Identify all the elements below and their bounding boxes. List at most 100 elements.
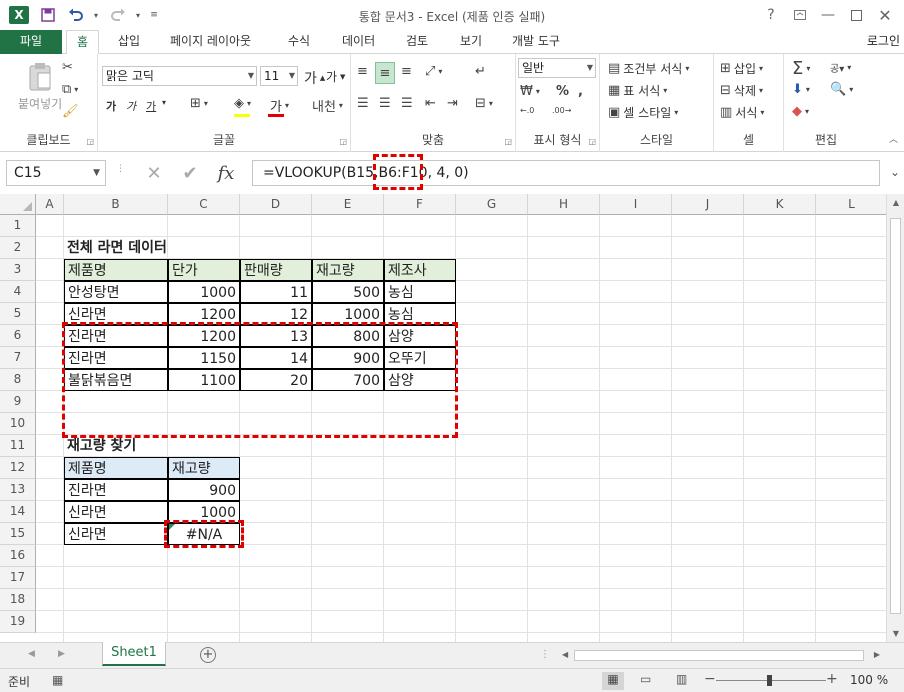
increase-decimal-button[interactable]: ←.0 (520, 106, 534, 115)
conditional-format-button[interactable]: ▤ 조건부 서식 ▾ (608, 60, 689, 77)
table1-header-cell[interactable]: 판매량 (240, 259, 312, 281)
format-painter-button[interactable]: 🖌 (62, 104, 79, 119)
table2-header-cell[interactable]: 재고량 (168, 457, 240, 479)
row-header-4[interactable]: 4 (0, 281, 36, 303)
row-header-10[interactable]: 10 (0, 413, 36, 435)
dialog-launcher-icon[interactable]: ◲ (588, 137, 596, 146)
spreadsheet-grid[interactable]: A B C D E F G H I J K L 1 2 3 4 5 6 7 8 9 10 11 12 13 14 15 16 17 18 1… (0, 194, 904, 642)
table1-cell[interactable]: 1000 (168, 281, 240, 303)
table1-header-cell[interactable]: 단가 (168, 259, 240, 281)
table1-cell[interactable]: 500 (312, 281, 384, 303)
increase-indent-button[interactable]: ⇥ (447, 96, 458, 111)
row-header-5[interactable]: 5 (0, 303, 36, 325)
row-header-1[interactable]: 1 (0, 215, 36, 237)
cancel-formula-icon[interactable]: ✕ (140, 160, 168, 186)
vertical-scrollbar[interactable]: ▲ ▼ (886, 194, 904, 642)
page-break-view-icon[interactable]: ▥ (676, 672, 687, 686)
add-sheet-icon[interactable]: + (200, 647, 216, 663)
column-header-i[interactable]: I (600, 194, 672, 215)
scroll-up-icon[interactable]: ▲ (887, 198, 904, 207)
orientation-button[interactable]: ⤢ ▾ (425, 64, 442, 79)
column-header-h[interactable]: H (528, 194, 600, 215)
column-header-c[interactable]: C (168, 194, 240, 215)
bold-button[interactable]: 가 (106, 98, 116, 114)
row-header-15[interactable]: 15 (0, 523, 36, 545)
collapse-ribbon-icon[interactable]: ︿ (889, 132, 898, 145)
format-as-table-button[interactable]: ▦ 표 서식 ▾ (608, 82, 667, 99)
fill-button[interactable]: ⬇ ▾ (792, 82, 810, 97)
autosum-button[interactable]: Σ ▾ (792, 58, 810, 79)
vertical-scroll-thumb[interactable] (890, 218, 901, 614)
decrease-decimal-button[interactable]: .00→ (552, 106, 571, 115)
underline-button[interactable]: 가 (146, 98, 156, 114)
table1-cell[interactable]: 농심 (384, 281, 456, 303)
table1-cell[interactable]: 안성탕면 (64, 281, 168, 303)
dialog-launcher-icon[interactable]: ◲ (86, 137, 94, 146)
table1-header-cell[interactable]: 제품명 (64, 259, 168, 281)
table1-title[interactable]: 전체 라면 데이터 (64, 237, 264, 259)
row-header-6[interactable]: 6 (0, 325, 36, 347)
column-header-e[interactable]: E (312, 194, 384, 215)
table2-cell[interactable]: 신라면 (64, 523, 168, 545)
help-button[interactable]: ? (758, 4, 784, 26)
column-header-k[interactable]: K (744, 194, 816, 215)
row-header-14[interactable]: 14 (0, 501, 36, 523)
minimize-icon[interactable]: — (815, 4, 841, 26)
close-icon[interactable]: ✕ (872, 4, 898, 26)
normal-view-icon[interactable]: ▦ (602, 672, 624, 690)
border-button[interactable]: ⊞ ▾ (190, 96, 208, 111)
insert-function-button[interactable]: fx (212, 160, 240, 186)
table2-cell[interactable]: 900 (168, 479, 240, 501)
column-header-g[interactable]: G (456, 194, 528, 215)
phonetic-button[interactable]: 내천 ▾ (312, 96, 343, 115)
decrease-font-button[interactable]: 가 ▼ (326, 68, 345, 85)
italic-button[interactable]: 가 (126, 98, 136, 114)
login-link[interactable]: 로그인 (867, 30, 900, 52)
scroll-right-icon[interactable]: ▶ (874, 650, 880, 659)
horizontal-scroll-thumb[interactable] (574, 650, 864, 661)
tab-home[interactable]: 홈 (66, 30, 100, 55)
table2-title[interactable]: 재고량 찾기 (64, 435, 224, 457)
row-header-8[interactable]: 8 (0, 369, 36, 391)
column-header-l[interactable]: L (816, 194, 888, 215)
column-header-j[interactable]: J (672, 194, 744, 215)
cell-styles-button[interactable]: ▣ 셀 스타일 ▾ (608, 104, 678, 121)
scroll-down-icon[interactable]: ▼ (887, 629, 904, 638)
table1-header-cell[interactable]: 재고량 (312, 259, 384, 281)
table1-cell[interactable]: 11 (240, 281, 312, 303)
fill-color-button[interactable]: ◈ ▾ (234, 96, 251, 111)
align-center-button[interactable]: ☰ (379, 96, 391, 111)
comma-button[interactable]: , (578, 84, 583, 99)
wrap-text-button[interactable]: ↵ (475, 64, 486, 79)
row-header-11[interactable]: 11 (0, 435, 36, 457)
table1-header-cell[interactable]: 제조사 (384, 259, 456, 281)
merge-center-button[interactable]: ⊟ ▾ (475, 96, 493, 111)
row-header-13[interactable]: 13 (0, 479, 36, 501)
tab-view[interactable]: 보기 (450, 30, 492, 54)
align-right-button[interactable]: ☰ (401, 96, 413, 111)
table2-cell[interactable]: 신라면 (64, 501, 168, 523)
delete-cells-button[interactable]: ⊟ 삭제 ▾ (720, 82, 763, 99)
zoom-level[interactable]: 100 % (850, 673, 888, 687)
horizontal-scrollbar[interactable]: ◀ ▶ (560, 648, 882, 664)
underline-dropdown[interactable]: ▾ (162, 98, 166, 107)
percent-button[interactable]: % (556, 84, 569, 99)
accounting-format-button[interactable]: ₩ ▾ (520, 84, 540, 99)
next-sheet-icon[interactable]: ▶ (58, 649, 65, 659)
enter-formula-icon[interactable]: ✔ (176, 160, 204, 186)
expand-formula-bar-icon[interactable]: ⌄ (890, 165, 900, 179)
ribbon-display-icon[interactable] (787, 4, 813, 26)
tab-page-layout[interactable]: 페이지 레이아웃 (160, 30, 261, 54)
table2-header-cell[interactable]: 제품명 (64, 457, 168, 479)
tab-split-handle-icon[interactable]: ⋮ (540, 649, 550, 660)
row-header-9[interactable]: 9 (0, 391, 36, 413)
paste-button[interactable]: 붙여넣기 (18, 62, 62, 112)
tab-formulas[interactable]: 수식 (278, 30, 320, 54)
column-header-b[interactable]: B (64, 194, 168, 215)
align-left-button[interactable]: ☰ (357, 96, 369, 111)
clear-button[interactable]: ◆ ▾ (792, 104, 809, 119)
formula-input[interactable]: =VLOOKUP(B15,B6:F10, 4, 0) (252, 160, 880, 186)
tab-insert[interactable]: 삽입 (108, 30, 150, 54)
maximize-icon[interactable] (843, 4, 869, 26)
insert-cells-button[interactable]: ⊞ 삽입 ▾ (720, 60, 763, 77)
